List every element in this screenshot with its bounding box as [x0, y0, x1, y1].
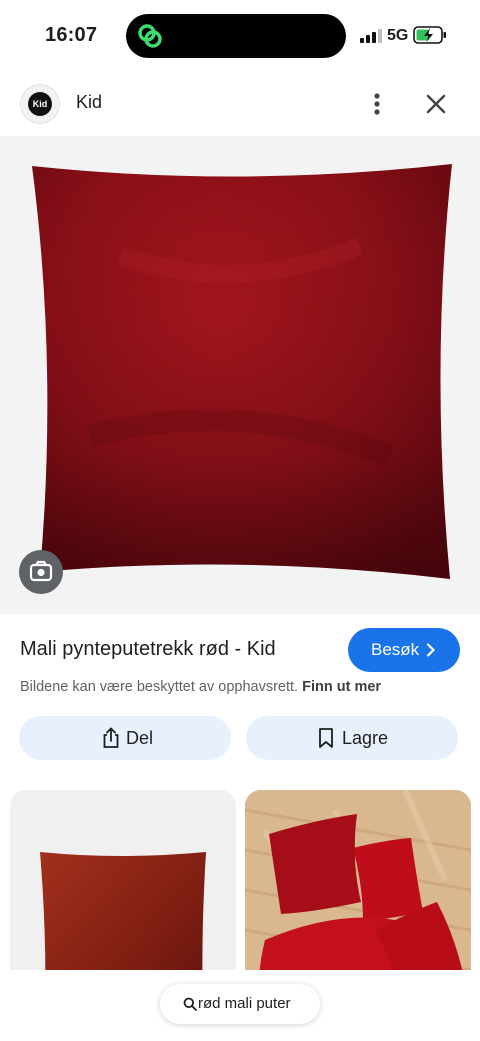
share-label: Del [126, 728, 154, 748]
cushion-image [32, 164, 452, 579]
copyright-notice: Bildene kan være beskyttet av opphavsret… [20, 679, 381, 695]
result-title[interactable]: Mali pynteputetrekk rød - Kid [20, 638, 276, 661]
signal-icon [360, 29, 382, 43]
status-bar: 16:07 5G [0, 0, 480, 72]
save-button[interactable]: Lagre [246, 716, 458, 760]
result-header: Kid Kid [0, 80, 480, 128]
visit-button[interactable]: Besøk [348, 628, 460, 672]
battery-charging-icon [413, 26, 446, 44]
share-button[interactable]: Del [19, 716, 231, 760]
more-vert-icon[interactable] [362, 88, 392, 120]
google-lens-button[interactable] [19, 550, 63, 594]
chevron-right-icon [426, 643, 436, 657]
bookmark-icon [319, 728, 333, 748]
dynamic-island [126, 14, 346, 58]
main-image[interactable] [0, 136, 480, 614]
save-label: Lagre [342, 728, 389, 748]
google-lens-icon [29, 560, 53, 582]
share-icon [103, 727, 119, 748]
search-query-text: rød mali puter [198, 995, 291, 1012]
copyright-text: Bildene kan være beskyttet av opphavsret… [20, 679, 299, 695]
search-icon [183, 997, 197, 1011]
close-icon[interactable] [420, 88, 452, 120]
search-query-chip[interactable]: rød mali puter [160, 984, 320, 1024]
learn-more-link[interactable]: Finn ut mer [302, 679, 381, 695]
site-logo[interactable]: Kid [20, 84, 60, 124]
visit-label: Besøk [371, 640, 420, 659]
site-logo-text: Kid [28, 92, 52, 116]
network-type: 5G [387, 27, 409, 44]
link-app-icon [138, 24, 162, 48]
site-name[interactable]: Kid [76, 92, 102, 113]
status-time: 16:07 [45, 24, 98, 46]
